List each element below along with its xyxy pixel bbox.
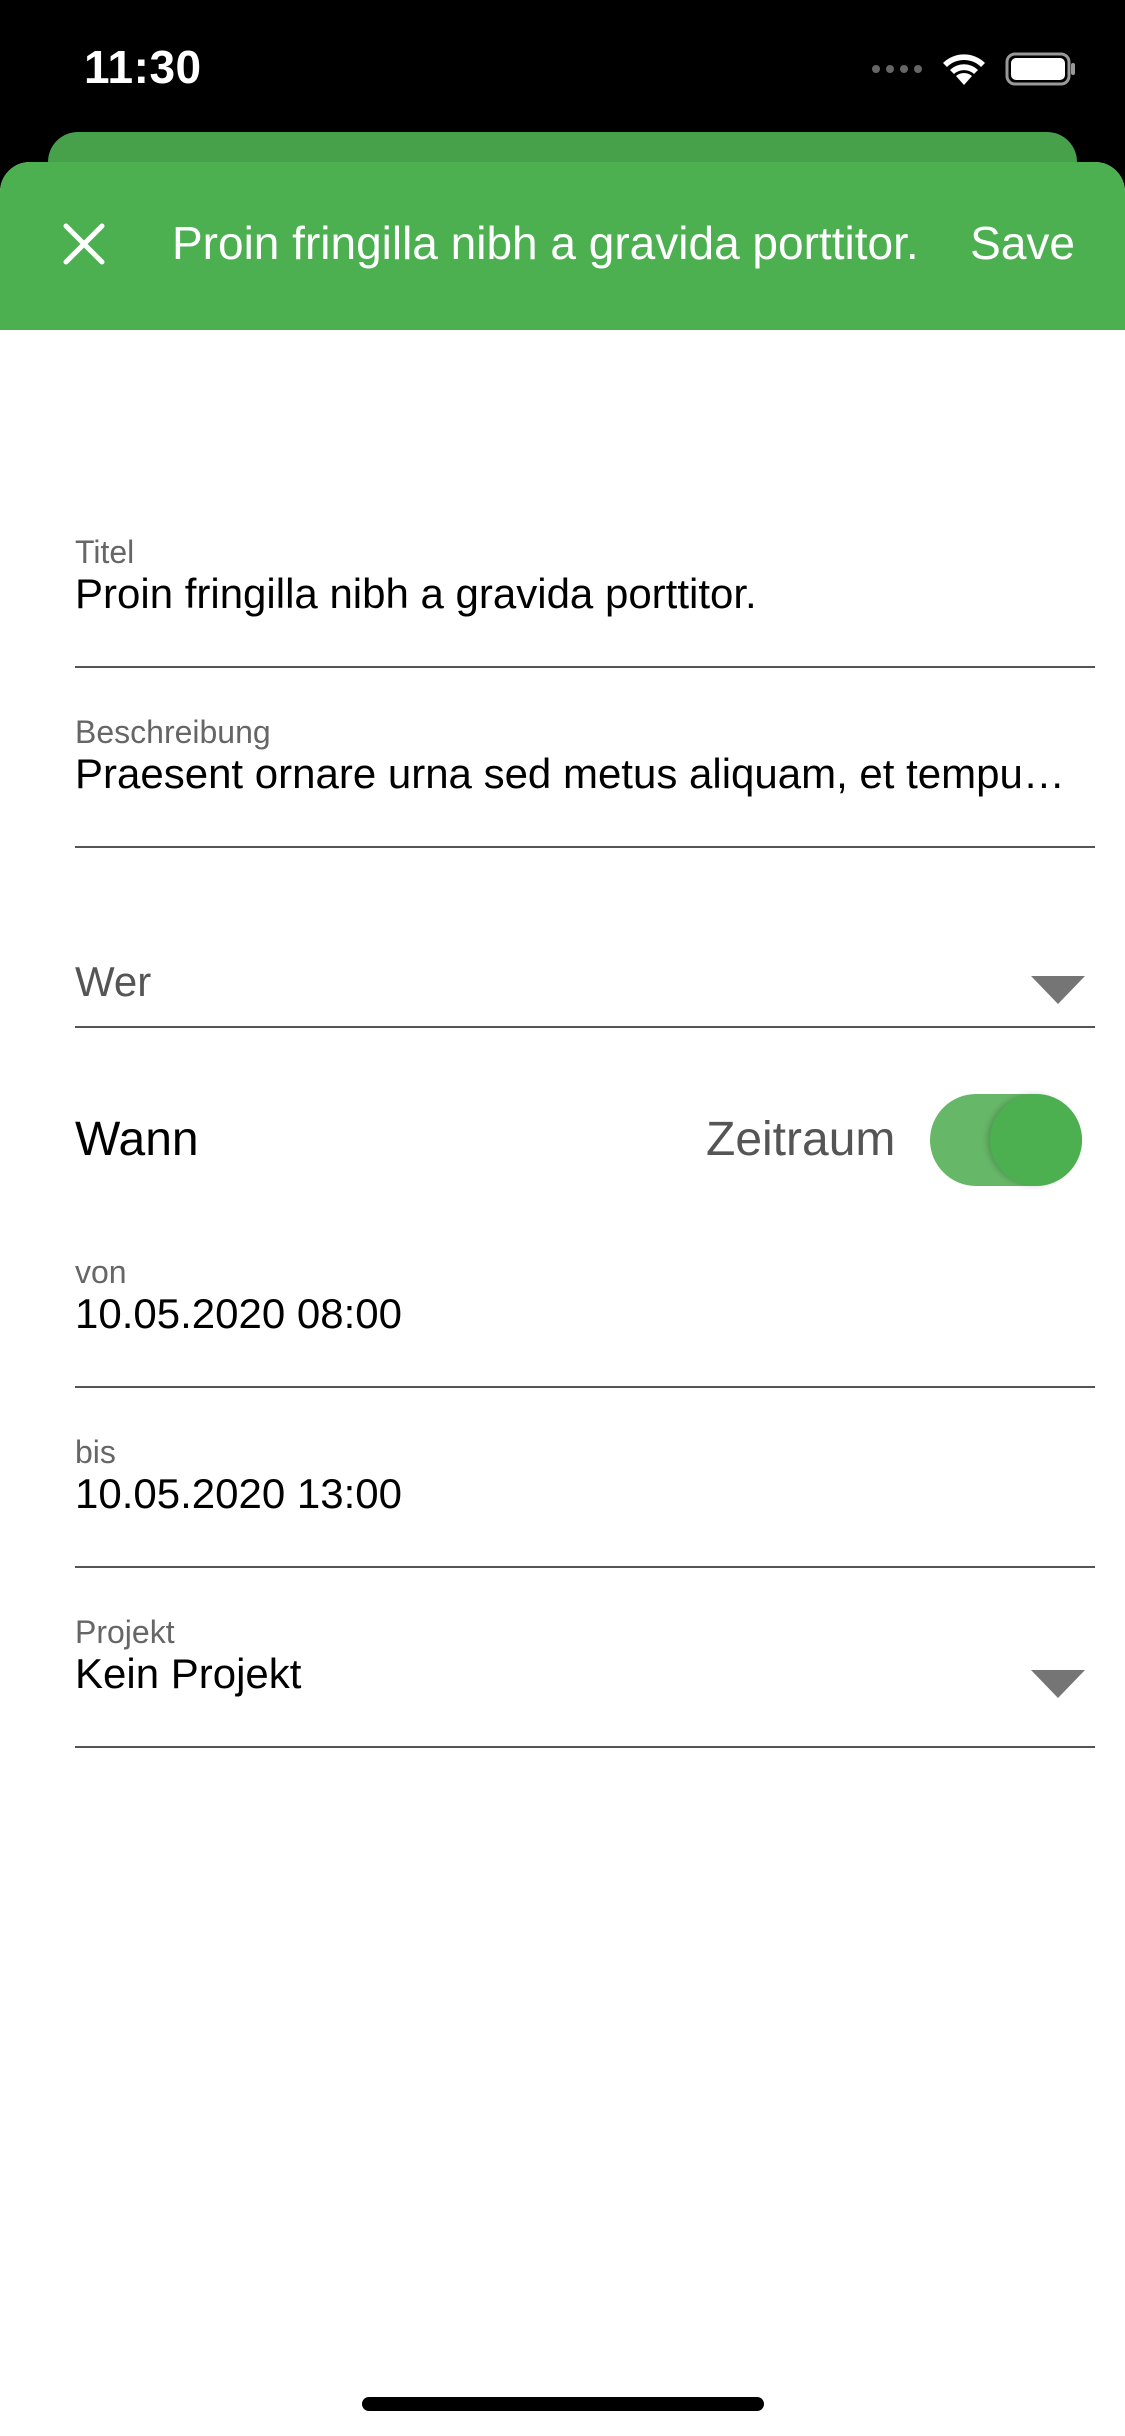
titel-field[interactable]: Titel Proin fringilla nibh a gravida por… [75,534,1095,668]
home-indicator [362,2397,764,2411]
von-label: von [75,1254,127,1290]
chevron-down-icon [1031,976,1085,1004]
wer-placeholder: Wer [75,958,152,1005]
app-bar-title: Proin fringilla nibh a gravida porttitor… [172,217,919,269]
zeitraum-label: Zeitraum [706,1113,896,1166]
edit-sheet: Proin fringilla nibh a gravida porttitor… [0,162,1125,2436]
status-icons [871,48,1077,90]
von-field[interactable]: von 10.05.2020 08:00 [75,1254,1095,1388]
status-time: 11:30 [84,41,202,93]
app-bar: Proin fringilla nibh a gravida porttitor… [0,162,1125,330]
bis-label: bis [75,1434,116,1470]
bis-value: 10.05.2020 13:00 [75,1470,402,1517]
titel-value: Proin fringilla nibh a gravida porttitor… [75,570,757,617]
projekt-dropdown[interactable]: Projekt Kein Projekt [75,1614,1095,1748]
close-icon [63,223,105,265]
von-value: 10.05.2020 08:00 [75,1290,402,1337]
titel-label: Titel [75,534,135,570]
wifi-icon [943,54,985,85]
projekt-label: Projekt [75,1614,175,1650]
battery-icon [1005,52,1075,86]
screen: 11:30 Proin fringilla nibh a gravida por… [0,0,1125,2436]
projekt-value: Kein Projekt [75,1650,302,1697]
beschreibung-value: Praesent ornare urna sed metus aliquam, … [75,750,1080,797]
toggle-knob [990,1094,1082,1186]
status-bar: 11:30 [0,0,1125,132]
zeitraum-toggle[interactable] [930,1094,1082,1186]
beschreibung-label: Beschreibung [75,714,271,750]
chevron-down-icon [1031,1670,1085,1698]
close-button[interactable] [48,208,120,280]
beschreibung-field[interactable]: Beschreibung Praesent ornare urna sed me… [75,714,1095,848]
save-button[interactable]: Save [970,216,1075,270]
wer-dropdown[interactable]: Wer [75,894,1095,1028]
wann-label: Wann [75,1113,199,1166]
bis-field[interactable]: bis 10.05.2020 13:00 [75,1434,1095,1568]
cellular-dots-icon [872,65,922,73]
